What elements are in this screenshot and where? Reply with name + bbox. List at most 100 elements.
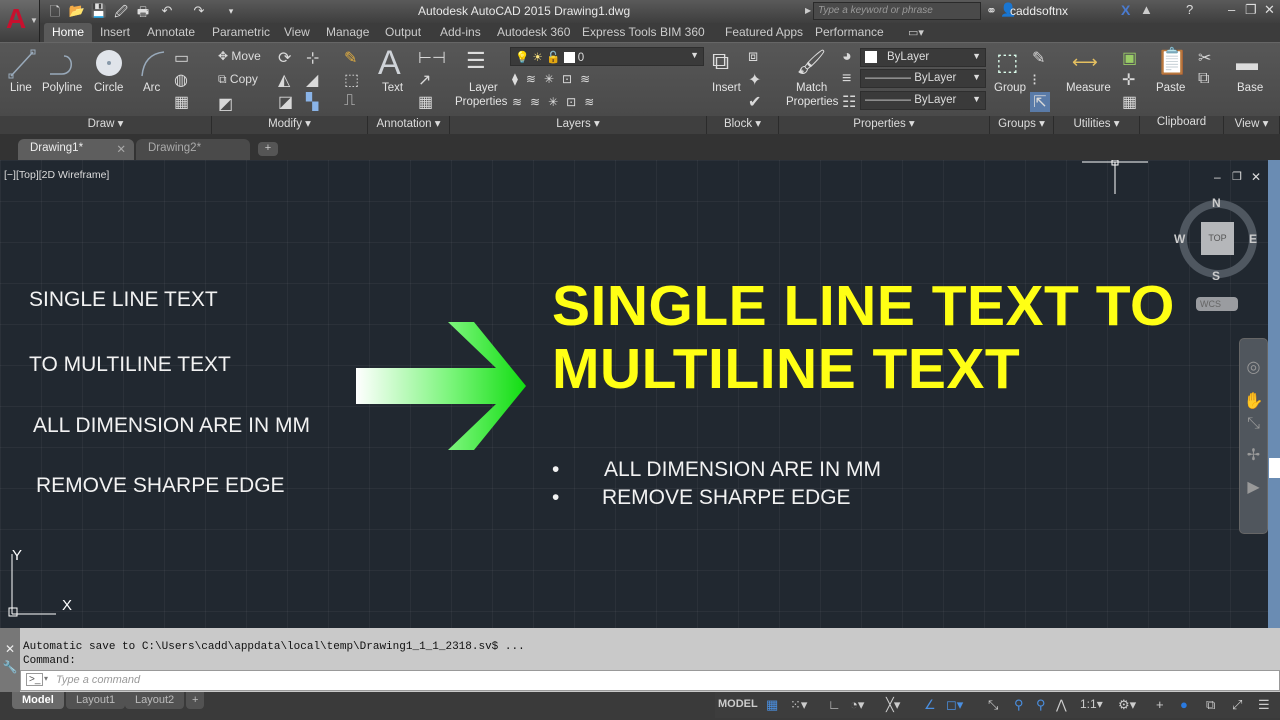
measure-icon[interactable]: ⟷ [1072, 52, 1098, 73]
ungroup-icon[interactable]: ✎ [1032, 48, 1045, 68]
close-command-icon[interactable]: ✕ [0, 642, 20, 656]
hardware-acceleration-icon[interactable]: ⧉ [1206, 697, 1215, 713]
tab-insert[interactable]: Insert [100, 23, 130, 42]
panel-block-footer[interactable]: Block ▾ [707, 116, 779, 134]
plot-icon[interactable]: 🖶 [134, 3, 152, 25]
panel-clipboard-footer[interactable]: Clipboard [1140, 116, 1224, 134]
erase-icon[interactable]: ✎ [344, 48, 357, 68]
tab-featured-apps[interactable]: Featured Apps [725, 23, 803, 42]
table-icon[interactable]: ▦ [418, 92, 433, 112]
circle-button[interactable]: Circle [94, 82, 123, 94]
paste-button[interactable]: Paste [1156, 82, 1185, 94]
user-name[interactable]: caddsoftnx [1010, 4, 1068, 18]
mtext-bullet-item[interactable]: REMOVE SHARPE EDGE [602, 486, 851, 510]
showmotion-icon[interactable]: ▶ [1240, 477, 1267, 497]
exchange-icon[interactable]: X [1121, 2, 1130, 18]
search-expand-icon[interactable]: ▶ [805, 6, 811, 15]
layout-tab-layout1[interactable]: Layout1 [66, 692, 126, 709]
viewcube-north[interactable]: N [1212, 196, 1221, 210]
panel-properties-footer[interactable]: Properties ▾ [779, 116, 990, 134]
chevron-down-icon[interactable]: ▾ [44, 674, 48, 683]
viewport-close-icon[interactable]: ✕ [1251, 170, 1261, 184]
panel-layers-footer[interactable]: Layers ▾ [450, 116, 707, 134]
match-properties-icon[interactable]: 🖌 [796, 48, 826, 77]
calculator-icon[interactable]: ▦ [1122, 92, 1137, 112]
search-input[interactable]: Type a keyword or phrase [813, 2, 981, 20]
viewport-controls[interactable]: [−][Top][2D Wireframe] [4, 169, 109, 181]
command-prompt-icon[interactable]: >_ [26, 673, 44, 686]
mtext-bullet-item[interactable]: ALL DIMENSION ARE IN MM [604, 458, 881, 482]
isolate-objects-icon[interactable]: ● [1180, 697, 1188, 712]
ortho-icon[interactable]: ∟ [828, 697, 841, 712]
copy-clip-icon[interactable]: ⧉ [1198, 70, 1209, 88]
tab-annotate[interactable]: Annotate [147, 23, 195, 42]
clean-screen-icon[interactable]: ⤢ [1232, 697, 1242, 713]
polar-icon[interactable]: ◔▾ [850, 697, 864, 713]
customize-wrench-icon[interactable]: 🔧 [0, 660, 20, 674]
layer-properties-button-line1[interactable]: Layer [469, 82, 498, 94]
annotation-scale-icon[interactable]: ⋀ [1056, 697, 1067, 713]
help-icon[interactable]: ? [1186, 2, 1193, 17]
save-icon[interactable]: 💾 [90, 3, 108, 19]
mirror-icon[interactable]: ◭ [278, 70, 290, 90]
insert-button[interactable]: Insert [712, 82, 741, 94]
add-layout-button[interactable]: + [186, 692, 205, 709]
quick-select-icon[interactable]: ▣ [1122, 48, 1137, 68]
panel-modify-footer[interactable]: Modify ▾ [212, 116, 368, 134]
create-block-icon[interactable]: ⧈ [748, 48, 758, 66]
offset-icon[interactable]: ⎍ [344, 92, 355, 110]
tab-autodesk-360[interactable]: Autodesk 360 [497, 23, 570, 42]
object-snap-tracking-icon[interactable]: ∠ [924, 697, 936, 713]
drawing-text-line[interactable]: SINGLE LINE TEXT [29, 288, 218, 312]
command-line-handle[interactable]: ✕ 🔧 [0, 628, 20, 692]
drawing-text-line[interactable]: REMOVE SHARPE EDGE [36, 474, 285, 498]
tab-bim-360[interactable]: BIM 360 [660, 23, 705, 42]
snap-icon[interactable]: ⁙▾ [790, 697, 807, 713]
customize-icon[interactable]: ▾ [222, 6, 240, 17]
file-tab-drawing2[interactable]: Drawing2* [136, 139, 250, 160]
tab-performance[interactable]: Performance [815, 23, 884, 42]
minimize-icon[interactable]: – [1228, 2, 1235, 17]
linetype-dropdown[interactable]: ———— ByLayer ▼ [860, 69, 986, 88]
plus-icon[interactable]: + [1156, 697, 1164, 712]
base-view-icon[interactable]: ▬ [1236, 50, 1258, 76]
tab-express-tools[interactable]: Express Tools [582, 23, 656, 42]
binoculars-icon[interactable]: ⚭ [986, 3, 997, 19]
viewcube-south[interactable]: S [1212, 269, 1220, 283]
viewport-minimize-icon[interactable]: – [1214, 170, 1221, 184]
scroll-thumb[interactable] [1269, 458, 1280, 478]
viewcube-west[interactable]: W [1174, 232, 1185, 246]
panel-annotation-footer[interactable]: Annotation ▾ [368, 116, 450, 134]
lineweight-dropdown[interactable]: ———— ByLayer ▼ [860, 91, 986, 110]
tab-output[interactable]: Output [385, 23, 421, 42]
layout-tab-model[interactable]: Model [12, 692, 64, 709]
layer-properties-button-line2[interactable]: Properties [455, 96, 507, 108]
polyline-button[interactable]: Polyline [42, 82, 82, 94]
text-button[interactable]: Text [382, 82, 403, 94]
object-snap-icon[interactable]: ◻▾ [946, 697, 963, 713]
match-properties-button-line2[interactable]: Properties [786, 96, 838, 108]
layer-dropdown[interactable]: 💡 ☀ 🔓 0 ▼ [510, 47, 704, 66]
steering-wheel-icon[interactable]: ◎ [1240, 357, 1267, 377]
viewcube-east[interactable]: E [1249, 232, 1257, 246]
saveas-icon[interactable]: 🖉 [112, 3, 130, 25]
dynamic-input-icon[interactable]: ⤡ [988, 697, 998, 713]
grid-icon[interactable]: ▦ [766, 697, 778, 713]
new-tab-button[interactable]: + [258, 142, 278, 156]
annotation-scale-dropdown[interactable]: 1:1▾ [1080, 697, 1103, 711]
line-button[interactable]: Line [10, 82, 32, 94]
model-space-button[interactable]: MODEL [718, 698, 758, 710]
tab-add-ins[interactable]: Add-ins [440, 23, 481, 42]
panel-view-footer[interactable]: View ▾ [1224, 116, 1280, 134]
redo-icon[interactable]: ↷ [190, 3, 208, 19]
group-edit-icon[interactable]: ⁝ [1032, 70, 1037, 90]
polyline-icon[interactable] [46, 48, 78, 80]
a360-icon[interactable]: ▲ [1140, 2, 1153, 17]
color-dropdown[interactable]: ByLayer ▼ [860, 48, 986, 67]
trim-icon[interactable]: ⊹ [306, 48, 319, 68]
ribbon-minimize-icon[interactable]: ▭▾ [908, 26, 924, 39]
arc-button[interactable]: Arc [143, 82, 160, 94]
close-tab-icon[interactable]: ✕ [116, 142, 126, 156]
undo-icon[interactable]: ↶ [158, 3, 176, 19]
new-icon[interactable]: 🗋 [46, 3, 64, 25]
